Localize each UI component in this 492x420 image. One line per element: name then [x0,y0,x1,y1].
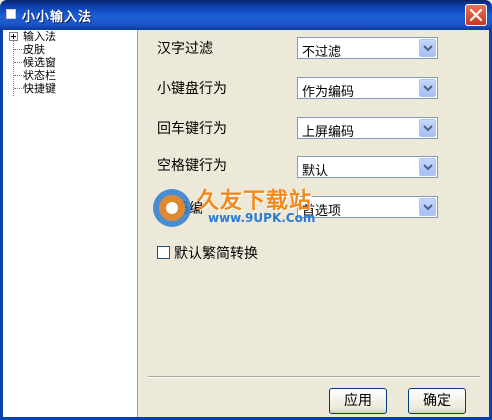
tree-item-label: 输入法 [23,30,56,43]
settings-tree: 输入法 皮肤 候选窗 状态栏 快捷键 [3,30,138,417]
numpad-behavior-select[interactable]: 作为编码 [297,77,438,100]
numpad-behavior-label: 小键盘行为 [157,81,227,97]
enter-key-behavior-label: 回车键行为 [157,121,227,137]
dropdown-button[interactable] [419,158,436,176]
window-title: 小小输入法 [22,10,93,25]
traditional-simplified-checkbox[interactable] [157,246,170,259]
chevron-down-icon [423,45,433,52]
dropdown-button[interactable] [419,198,436,216]
hanzi-filter-select[interactable]: 不过滤 [297,37,438,60]
dropdown-button[interactable] [419,79,436,97]
tree-item-label: 皮肤 [23,43,45,56]
hanzi-filter-label: 汉字过滤 [157,41,213,57]
title-bar[interactable]: 小小输入法 [0,0,492,30]
apply-button[interactable]: 应用 [329,388,387,414]
select-value: 上屏编码 [302,125,355,140]
tree-item-label: 状态栏 [23,69,56,82]
space-key-behavior-label: 空格键行为 [157,158,227,174]
plus-icon[interactable] [9,32,18,41]
chevron-down-icon [423,85,433,92]
enter-key-behavior-select[interactable]: 上屏编码 [297,117,438,140]
footer-divider [148,376,480,378]
tree-item-label: 候选窗 [23,56,56,69]
select-value: 默认 [302,164,329,179]
app-icon [6,9,16,19]
encoding-select[interactable]: 首选项 [297,196,438,219]
traditional-simplified-label[interactable]: 默认繁简转换 [174,243,258,263]
tree-item-label: 快捷键 [23,82,56,95]
chevron-down-icon [423,204,433,211]
dropdown-button[interactable] [419,39,436,57]
dropdown-button[interactable] [419,119,436,137]
select-value: 不过滤 [302,45,342,60]
select-value: 首选项 [302,204,342,219]
close-button[interactable] [465,4,487,26]
chevron-down-icon [423,125,433,132]
select-value: 作为编码 [302,85,355,100]
chevron-down-icon [423,164,433,171]
close-icon [470,9,482,21]
ok-button[interactable]: 确定 [408,388,466,414]
encoding-label: 码编 [175,201,203,217]
space-key-behavior-select[interactable]: 默认 [297,156,438,179]
